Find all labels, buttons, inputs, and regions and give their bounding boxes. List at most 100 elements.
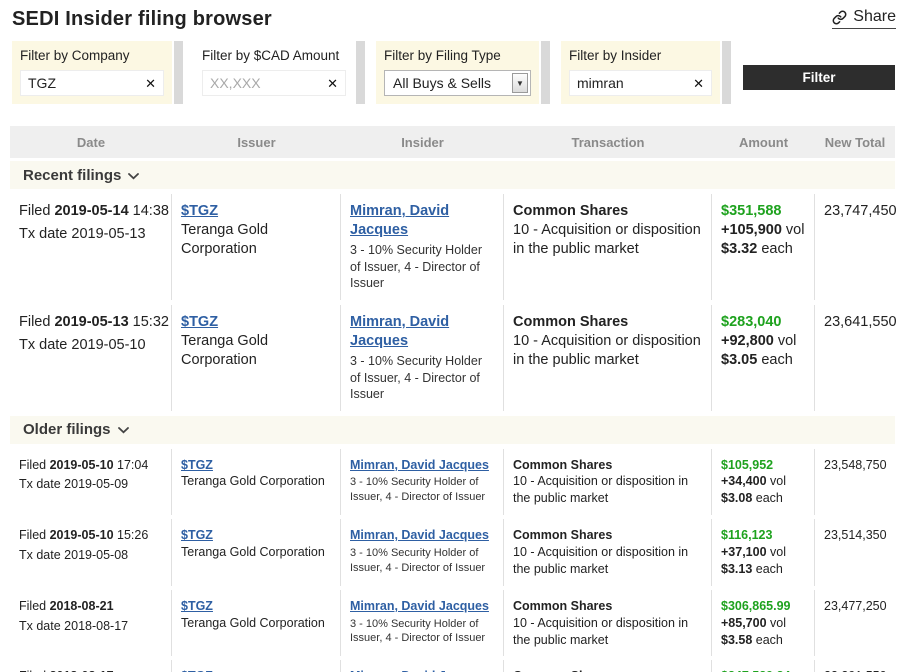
date-cell: Filed 2019-05-13 15:32 Tx date 2019-05-1… bbox=[10, 305, 172, 411]
insider-link[interactable]: Mimran, David Jacques bbox=[350, 527, 489, 544]
insider-link[interactable]: Mimran, David Jacques bbox=[350, 313, 494, 351]
insider-cell: Mimran, David Jacques 3 - 10% Security H… bbox=[341, 305, 504, 411]
ticker-link[interactable]: $TGZ bbox=[181, 598, 213, 615]
filter-button[interactable]: Filter bbox=[743, 65, 895, 90]
chevron-down-icon bbox=[128, 173, 139, 180]
amount-cell: $283,040 +92,800 vol $3.05 each bbox=[712, 305, 815, 411]
transaction-cell: Common Shares 10 - Acquisition or dispos… bbox=[504, 660, 712, 672]
table-header: Date Issuer Insider Transaction Amount N… bbox=[10, 126, 895, 158]
amount-cell: $351,588 +105,900 vol $3.32 each bbox=[712, 194, 815, 300]
amount-value: $116,123 bbox=[721, 527, 805, 544]
amount-input[interactable] bbox=[210, 75, 327, 91]
insider-link[interactable]: Mimran, David Jacques bbox=[350, 202, 494, 240]
clear-insider-icon[interactable]: ✕ bbox=[693, 77, 704, 90]
insider-roles: 3 - 10% Security Holder of Issuer, 4 - D… bbox=[350, 242, 494, 292]
ticker-link[interactable]: $TGZ bbox=[181, 527, 213, 544]
date-cell: Filed 2019-05-10 17:04 Tx date 2019-05-0… bbox=[10, 449, 172, 516]
insider-roles: 3 - 10% Security Holder of Issuer, 4 - D… bbox=[350, 546, 494, 576]
issuer-name: Teranga Gold Corporation bbox=[181, 332, 331, 370]
link-icon bbox=[832, 10, 847, 25]
insider-cell: Mimran, David Jacques 3 - 10% Security H… bbox=[341, 449, 504, 516]
issuer-name: Teranga Gold Corporation bbox=[181, 221, 331, 259]
new-total-cell: 23,641,550 bbox=[815, 305, 906, 411]
filings-table: Date Issuer Insider Transaction Amount N… bbox=[10, 126, 895, 672]
table-row: Filed 2019-05-14 14:38 Tx date 2019-05-1… bbox=[10, 194, 895, 300]
issuer-cell: $TGZ Teranga Gold Corporation bbox=[172, 194, 341, 300]
security-name: Common Shares bbox=[513, 527, 702, 544]
transaction-cell: Common Shares 10 - Acquisition or dispos… bbox=[504, 194, 712, 300]
table-row: Filed 2019-05-10 17:04 Tx date 2019-05-0… bbox=[10, 449, 895, 516]
ticker-link[interactable]: $TGZ bbox=[181, 668, 213, 672]
company-input[interactable] bbox=[28, 75, 145, 91]
new-total-cell: 23,391,550 bbox=[815, 660, 896, 672]
share-label: Share bbox=[853, 8, 896, 26]
date-cell: Filed 2019-05-14 14:38 Tx date 2019-05-1… bbox=[10, 194, 172, 300]
table-row: Filed 2018-08-17 Tx date 2018-08-17 $TGZ… bbox=[10, 660, 895, 672]
transaction-cell: Common Shares 10 - Acquisition or dispos… bbox=[504, 590, 712, 657]
column-header-insider: Insider bbox=[341, 135, 504, 150]
table-row: Filed 2018-08-21 Tx date 2018-08-17 $TGZ… bbox=[10, 590, 895, 657]
column-header-transaction: Transaction bbox=[504, 135, 712, 150]
ticker-link[interactable]: $TGZ bbox=[181, 457, 213, 474]
insider-cell: Mimran, David Jacques 3 - 10% Security H… bbox=[341, 194, 504, 300]
amount-cell: $116,123 +37,100 vol $3.13 each bbox=[712, 519, 815, 586]
issuer-name: Teranga Gold Corporation bbox=[181, 544, 331, 561]
section-label: Recent filings bbox=[23, 167, 121, 184]
insider-roles: 3 - 10% Security Holder of Issuer, 4 - D… bbox=[350, 475, 494, 505]
security-name: Common Shares bbox=[513, 313, 702, 332]
column-header-new-total: New Total bbox=[815, 135, 895, 150]
new-total-cell: 23,514,350 bbox=[815, 519, 896, 586]
amount-cell: $105,952 +34,400 vol $3.08 each bbox=[712, 449, 815, 516]
insider-link[interactable]: Mimran, David Jacques bbox=[350, 668, 489, 672]
issuer-cell: $TGZ Teranga Gold Corporation bbox=[172, 590, 341, 657]
insider-input[interactable] bbox=[577, 75, 693, 91]
amount-value: $105,952 bbox=[721, 457, 805, 474]
date-cell: Filed 2019-05-10 15:26 Tx date 2019-05-0… bbox=[10, 519, 172, 586]
filter-company-label: Filter by Company bbox=[20, 48, 164, 63]
transaction-cell: Common Shares 10 - Acquisition or dispos… bbox=[504, 519, 712, 586]
issuer-cell: $TGZ Teranga Gold Corporation bbox=[172, 519, 341, 586]
filing-type-select[interactable]: All Buys & Sells ▼ bbox=[384, 70, 531, 96]
insider-link[interactable]: Mimran, David Jacques bbox=[350, 457, 489, 474]
amount-value: $283,040 bbox=[721, 313, 805, 332]
column-header-amount: Amount bbox=[712, 135, 815, 150]
security-name: Common Shares bbox=[513, 202, 702, 221]
filing-type-value: All Buys & Sells bbox=[393, 75, 491, 91]
filter-bar: Filter by Company ✕ Filter by $CAD Amoun… bbox=[12, 41, 920, 104]
amount-value: $351,588 bbox=[721, 202, 805, 221]
filter-filing-type-box: Filter by Filing Type All Buys & Sells ▼ bbox=[376, 41, 539, 104]
insider-roles: 3 - 10% Security Holder of Issuer, 4 - D… bbox=[350, 617, 494, 647]
amount-value: $306,865.99 bbox=[721, 598, 805, 615]
insider-roles: 3 - 10% Security Holder of Issuer, 4 - D… bbox=[350, 353, 494, 403]
insider-cell: Mimran, David Jacques 3 - 10% Security H… bbox=[341, 590, 504, 657]
amount-cell: $306,865.99 +85,700 vol $3.58 each bbox=[712, 590, 815, 657]
transaction-cell: Common Shares 10 - Acquisition or dispos… bbox=[504, 449, 712, 516]
transaction-cell: Common Shares 10 - Acquisition or dispos… bbox=[504, 305, 712, 411]
insider-link[interactable]: Mimran, David Jacques bbox=[350, 598, 489, 615]
filter-company-box: Filter by Company ✕ bbox=[12, 41, 172, 104]
filter-insider-box: Filter by Insider ✕ bbox=[561, 41, 720, 104]
issuer-name: Teranga Gold Corporation bbox=[181, 473, 331, 490]
filter-amount-label: Filter by $CAD Amount bbox=[202, 48, 346, 63]
date-cell: Filed 2018-08-21 Tx date 2018-08-17 bbox=[10, 590, 172, 657]
new-total-cell: 23,747,450 bbox=[815, 194, 906, 300]
filter-filing-type-label: Filter by Filing Type bbox=[384, 48, 531, 63]
security-name: Common Shares bbox=[513, 598, 702, 615]
column-header-date: Date bbox=[10, 135, 172, 150]
clear-amount-icon[interactable]: ✕ bbox=[327, 77, 338, 90]
ticker-link[interactable]: $TGZ bbox=[181, 202, 218, 221]
transaction-type: 10 - Acquisition or disposition in the p… bbox=[513, 544, 702, 578]
filter-amount-box: Filter by $CAD Amount ✕ bbox=[194, 41, 354, 104]
chevron-down-icon bbox=[118, 427, 129, 434]
table-body: Recent filings Filed 2019-05-14 14:38 Tx… bbox=[10, 161, 895, 672]
share-link[interactable]: Share bbox=[832, 8, 896, 29]
section-header[interactable]: Recent filings bbox=[10, 161, 895, 189]
issuer-name: Teranga Gold Corporation bbox=[181, 615, 331, 632]
insider-cell: Mimran, David Jacques 3 - 10% Security H… bbox=[341, 519, 504, 586]
transaction-type: 10 - Acquisition or disposition in the p… bbox=[513, 615, 702, 649]
transaction-type: 10 - Acquisition or disposition in the p… bbox=[513, 473, 702, 507]
insider-cell: Mimran, David Jacques 3 - 10% Security H… bbox=[341, 660, 504, 672]
ticker-link[interactable]: $TGZ bbox=[181, 313, 218, 332]
section-header[interactable]: Older filings bbox=[10, 416, 895, 444]
clear-company-icon[interactable]: ✕ bbox=[145, 77, 156, 90]
